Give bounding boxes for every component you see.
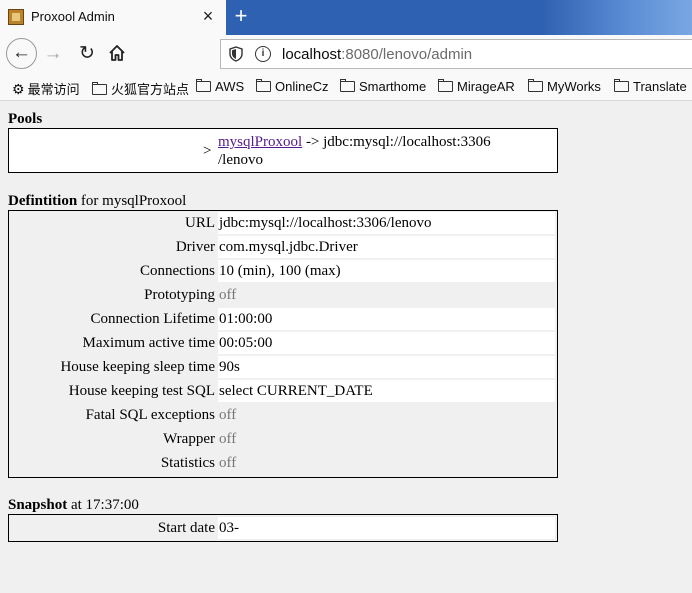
- forward-arrow-icon[interactable]: →: [38, 39, 68, 69]
- new-tab-button[interactable]: +: [231, 3, 251, 29]
- bookmark-aws[interactable]: AWS: [196, 79, 244, 94]
- pools-table: > mysqlProxool -> jdbc:mysql://localhost…: [8, 128, 558, 173]
- navigation-toolbar: ← → ↻ i localhost:8080/lenovo/admin: [0, 35, 692, 74]
- address-bar[interactable]: i localhost:8080/lenovo/admin: [220, 39, 692, 69]
- folder-icon: [92, 82, 107, 95]
- table-row: Start date 03-: [9, 516, 557, 540]
- row-label: Start date: [157, 520, 215, 536]
- bookmark-firefox-sites[interactable]: 火狐官方站点: [92, 79, 189, 98]
- table-row: House keeping test SQL select CURRENT_DAT…: [9, 379, 557, 403]
- row-value: 03-: [218, 517, 555, 539]
- snapshot-heading: Snapshot at 17:37:00: [8, 497, 139, 513]
- bookmark-myworks[interactable]: MyWorks: [528, 79, 601, 94]
- tab-title: Proxool Admin: [31, 9, 115, 24]
- row-value: off: [219, 287, 237, 303]
- definition-heading: Defintition for mysqlProxool: [8, 193, 187, 209]
- folder-icon: [256, 79, 271, 92]
- folder-icon: [438, 79, 453, 92]
- table-row: Maximum active time 00:05:00: [9, 331, 557, 355]
- table-row: Connections 10 (min), 100 (max): [9, 259, 557, 283]
- proxool-favicon-icon: [8, 9, 24, 25]
- site-info-icon[interactable]: i: [255, 46, 271, 62]
- row-label: Fatal SQL exceptions: [85, 407, 215, 423]
- row-label: Connections: [140, 263, 215, 279]
- bookmark-most-visited[interactable]: ⚙ 最常访问: [12, 79, 80, 98]
- bookmark-translate[interactable]: Translate: [614, 79, 687, 94]
- back-arrow-icon[interactable]: ←: [6, 38, 37, 69]
- pools-heading: Pools: [8, 111, 43, 127]
- row-value: off: [219, 431, 237, 447]
- row-value: com.mysql.jdbc.Driver: [218, 236, 555, 258]
- row-label: Driver: [175, 239, 215, 255]
- row-label: Prototyping: [144, 287, 215, 303]
- pool-url-part2: /lenovo: [218, 152, 263, 168]
- table-row: House keeping sleep time 90s: [9, 355, 557, 379]
- row-value: off: [219, 407, 237, 423]
- row-value: 00:05:00: [218, 332, 555, 354]
- bookmark-onlinecz[interactable]: OnlineCz: [256, 79, 328, 94]
- reload-icon[interactable]: ↻: [72, 39, 102, 69]
- row-value: off: [219, 455, 237, 471]
- folder-icon: [196, 79, 211, 92]
- row-value: select CURRENT_DATE: [218, 380, 555, 402]
- tab-bar: Proxool Admin × +: [0, 0, 692, 35]
- row-label: Connection Lifetime: [90, 311, 215, 327]
- row-label: Maximum active time: [82, 335, 215, 351]
- bookmark-mirager[interactable]: MirageAR: [438, 79, 515, 94]
- table-row: Driver com.mysql.jdbc.Driver: [9, 235, 557, 259]
- tab-proxool-admin[interactable]: Proxool Admin ×: [0, 0, 226, 35]
- table-row: Statistics off: [9, 451, 557, 475]
- url-text[interactable]: localhost:8080/lenovo/admin: [282, 46, 472, 63]
- close-tab-icon[interactable]: ×: [199, 6, 217, 26]
- definition-table: URL jdbc:mysql://localhost:3306/lenovo Dr…: [8, 210, 558, 478]
- home-icon[interactable]: [102, 39, 132, 69]
- row-value: jdbc:mysql://localhost:3306/lenovo: [218, 212, 555, 234]
- row-value: 90s: [218, 356, 555, 378]
- pool-link-mysqlproxool[interactable]: mysqlProxool: [218, 134, 302, 150]
- row-label: URL: [185, 215, 215, 231]
- bookmarks-toolbar: ⚙ 最常访问 火狐官方站点 AWS OnlineCz Smarthome Mira…: [0, 74, 692, 101]
- bookmark-smarthome[interactable]: Smarthome: [340, 79, 426, 94]
- table-row: Connection Lifetime 01:00:00: [9, 307, 557, 331]
- shield-icon[interactable]: [229, 46, 243, 62]
- row-label: House keeping test SQL: [68, 383, 215, 399]
- page-content: Pools > mysqlProxool -> jdbc:mysql://loc…: [0, 101, 692, 593]
- folder-icon: [528, 79, 543, 92]
- pool-url-part1: -> jdbc:mysql://localhost:3306: [302, 134, 491, 150]
- row-label: House keeping sleep time: [60, 359, 215, 375]
- row-label: Wrapper: [163, 431, 215, 447]
- folder-icon: [614, 79, 629, 92]
- row-label: Statistics: [160, 455, 215, 471]
- row-value: 01:00:00: [218, 308, 555, 330]
- pool-entry: mysqlProxool -> jdbc:mysql://localhost:3…: [218, 133, 491, 169]
- row-value: 10 (min), 100 (max): [218, 260, 555, 282]
- gear-icon: ⚙: [12, 81, 25, 97]
- snapshot-table: Start date 03-: [8, 514, 558, 542]
- pool-selected-marker: >: [203, 143, 212, 159]
- table-row: URL jdbc:mysql://localhost:3306/lenovo: [9, 211, 557, 235]
- table-row: Wrapper off: [9, 427, 557, 451]
- folder-icon: [340, 79, 355, 92]
- table-row: Fatal SQL exceptions off: [9, 403, 557, 427]
- table-row: Prototyping off: [9, 283, 557, 307]
